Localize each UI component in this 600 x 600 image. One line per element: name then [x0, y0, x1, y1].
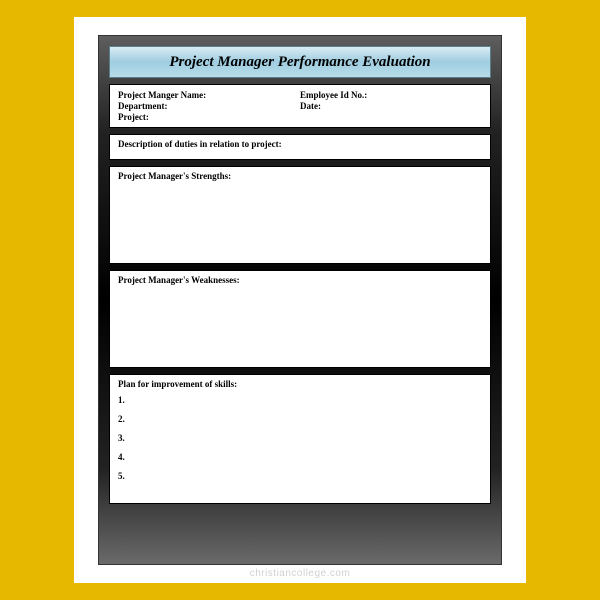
watermark-text: christiancollege.com	[74, 568, 526, 579]
improvement-item-4: 4.	[118, 452, 482, 462]
improvement-title: Plan for improvement of skills:	[118, 379, 482, 389]
improvement-item-2: 2.	[118, 414, 482, 424]
improvement-section: Plan for improvement of skills: 1. 2. 3.…	[109, 374, 491, 504]
name-label: Project Manger Name:	[118, 90, 300, 100]
info-right-column: Employee Id No.: Date:	[300, 89, 482, 123]
info-spacer	[300, 112, 482, 122]
project-label: Project:	[118, 112, 300, 122]
title-bar: Project Manager Performance Evaluation	[109, 46, 491, 78]
document-title: Project Manager Performance Evaluation	[169, 54, 430, 70]
document-frame: Project Manager Performance Evaluation P…	[98, 35, 502, 565]
improvement-item-3: 3.	[118, 433, 482, 443]
info-section: Project Manger Name: Department: Project…	[109, 84, 491, 128]
improvement-item-1: 1.	[118, 395, 482, 405]
document-page: Project Manager Performance Evaluation P…	[74, 17, 526, 583]
description-section: Description of duties in relation to pro…	[109, 134, 491, 160]
info-left-column: Project Manger Name: Department: Project…	[118, 89, 300, 123]
strengths-section: Project Manager's Strengths:	[109, 166, 491, 264]
date-label: Date:	[300, 101, 482, 111]
strengths-label: Project Manager's Strengths:	[118, 171, 482, 181]
department-label: Department:	[118, 101, 300, 111]
employee-id-label: Employee Id No.:	[300, 90, 482, 100]
weaknesses-label: Project Manager's Weaknesses:	[118, 275, 482, 285]
description-label: Description of duties in relation to pro…	[118, 139, 482, 149]
weaknesses-section: Project Manager's Weaknesses:	[109, 270, 491, 368]
improvement-item-5: 5.	[118, 471, 482, 481]
